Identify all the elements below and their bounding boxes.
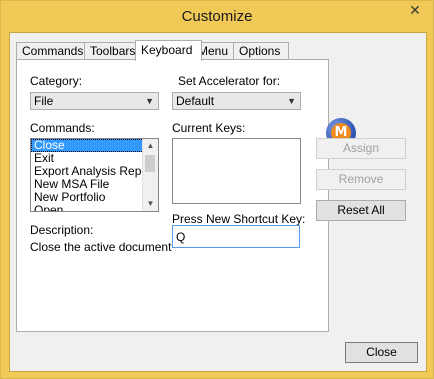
- category-value: File: [34, 94, 54, 108]
- category-label: Category:: [30, 74, 83, 88]
- commands-list[interactable]: Close Exit Export Analysis Report New MS…: [30, 138, 159, 212]
- accelerator-label: Set Accelerator for:: [178, 74, 281, 88]
- new-shortcut-label: Press New Shortcut Key:: [172, 212, 306, 226]
- chevron-down-icon: ▼: [287, 96, 296, 106]
- tab-commands[interactable]: Commands: [16, 42, 85, 60]
- dialog-client-area: Commands Toolbars Keyboard Menu Options …: [9, 32, 427, 372]
- reset-all-button[interactable]: Reset All: [316, 200, 406, 221]
- commands-label: Commands:: [30, 121, 95, 135]
- scroll-up-icon[interactable]: ▲: [143, 139, 158, 153]
- current-keys-label: Current Keys:: [172, 121, 246, 135]
- category-select[interactable]: File ▼: [30, 92, 159, 110]
- commands-scrollbar[interactable]: ▲ ▼: [142, 139, 158, 211]
- close-button[interactable]: Close: [345, 342, 418, 363]
- new-shortcut-value: Q: [176, 230, 186, 244]
- customize-dialog: Customize ✕ Commands Toolbars Keyboard M…: [0, 0, 434, 379]
- tab-keyboard[interactable]: Keyboard: [135, 40, 202, 61]
- accelerator-value: Default: [176, 94, 215, 108]
- current-keys-list[interactable]: [172, 138, 301, 204]
- assign-button[interactable]: Assign: [316, 138, 406, 159]
- accelerator-select[interactable]: Default ▼: [172, 92, 301, 110]
- tab-options[interactable]: Options: [233, 42, 289, 60]
- title-bar: Customize ✕: [1, 1, 433, 33]
- close-window-icon[interactable]: ✕: [403, 2, 427, 20]
- scroll-thumb[interactable]: [145, 155, 155, 172]
- scroll-down-icon[interactable]: ▼: [143, 197, 158, 211]
- description-text: Close the active document: [30, 240, 172, 254]
- dialog-title: Customize: [181, 8, 253, 25]
- remove-button[interactable]: Remove: [316, 169, 406, 190]
- description-label: Description:: [30, 223, 94, 237]
- chevron-down-icon: ▼: [145, 96, 154, 106]
- new-shortcut-input[interactable]: Q: [172, 225, 300, 248]
- list-item[interactable]: Open: [31, 204, 158, 212]
- keyboard-panel: Category: File ▼ Set Accelerator for: De…: [16, 59, 329, 332]
